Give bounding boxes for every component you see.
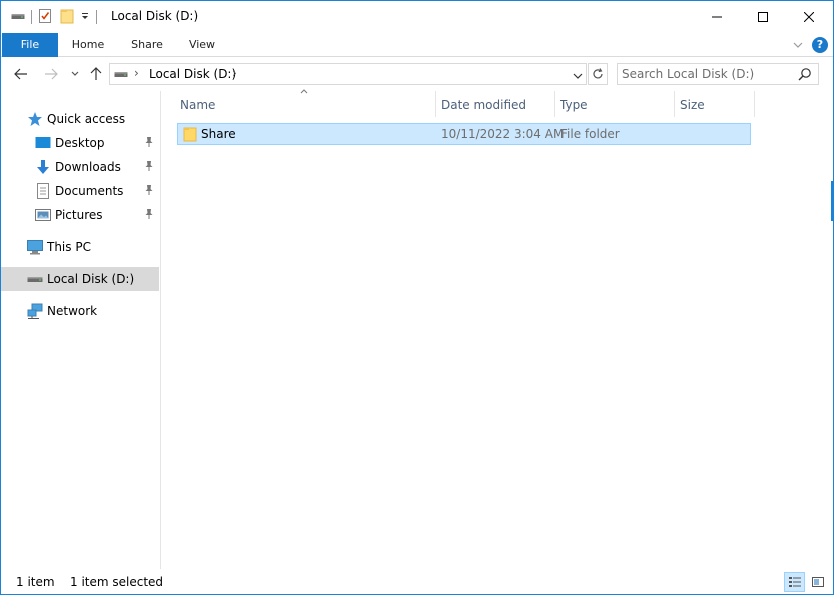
title-bar: Local Disk (D:) xyxy=(1,1,833,33)
desktop-icon xyxy=(35,135,51,151)
file-date-modified: 10/11/2022 3:04 AM xyxy=(441,127,564,141)
star-icon xyxy=(27,111,43,127)
minimize-icon xyxy=(712,16,722,18)
recent-locations-button[interactable] xyxy=(65,64,85,84)
sidebar-item-label: Network xyxy=(47,304,98,318)
help-button[interactable]: ? xyxy=(812,37,828,53)
details-view-button[interactable] xyxy=(784,572,805,592)
toolbar-divider xyxy=(96,10,97,24)
pin-icon[interactable] xyxy=(144,136,154,151)
maximize-button[interactable] xyxy=(740,1,786,33)
sidebar-item-documents[interactable]: Documents xyxy=(1,179,159,203)
sidebar-item-pictures[interactable]: Pictures xyxy=(1,203,159,227)
sidebar-item-downloads[interactable]: Downloads xyxy=(1,155,159,179)
quick-access-toolbar xyxy=(11,8,103,26)
file-name: Share xyxy=(201,127,236,141)
sidebar-item-desktop[interactable]: Desktop xyxy=(1,131,159,155)
properties-icon[interactable] xyxy=(38,8,52,27)
sidebar-item-label: Documents xyxy=(55,184,124,198)
status-bar: 1 item 1 item selected xyxy=(1,569,833,594)
refresh-icon xyxy=(593,68,603,79)
back-button[interactable] xyxy=(11,64,31,84)
column-header-size[interactable]: Size xyxy=(674,91,754,117)
sidebar-item-label: Desktop xyxy=(55,136,105,150)
large-icons-view-icon xyxy=(811,577,824,587)
drive-icon xyxy=(27,271,43,287)
address-dropdown-button[interactable] xyxy=(573,68,583,82)
sidebar-item-label: Pictures xyxy=(55,208,103,222)
column-header-type[interactable]: Type xyxy=(554,91,674,117)
tab-home[interactable]: Home xyxy=(64,33,112,57)
large-icons-view-button[interactable] xyxy=(807,572,828,592)
close-button[interactable] xyxy=(786,1,832,33)
pin-icon[interactable] xyxy=(144,184,154,199)
sidebar-item-quick-access[interactable]: Quick access xyxy=(1,107,159,131)
file-type: File folder xyxy=(561,127,620,141)
maximize-icon xyxy=(758,12,768,22)
new-folder-icon[interactable] xyxy=(60,8,74,27)
pin-icon[interactable] xyxy=(144,160,154,175)
breadcrumb-local-disk[interactable]: Local Disk (D:) xyxy=(149,67,236,81)
arrow-right-icon xyxy=(45,68,58,80)
close-icon xyxy=(804,12,814,22)
window-title: Local Disk (D:) xyxy=(111,9,199,23)
explorer-window: Local Disk (D:) File Home Share View ? ›… xyxy=(0,0,834,595)
sidebar-item-label: Quick access xyxy=(47,112,126,126)
drive-icon xyxy=(114,68,128,82)
search-input[interactable] xyxy=(622,66,792,82)
toolbar-divider xyxy=(31,10,32,24)
search-icon[interactable] xyxy=(798,67,812,84)
address-bar[interactable]: › Local Disk (D:) › xyxy=(109,63,587,85)
refresh-button[interactable] xyxy=(588,63,608,85)
table-row[interactable]: Share 10/11/2022 3:04 AM File folder xyxy=(177,123,751,145)
pin-icon[interactable] xyxy=(144,208,154,223)
chevron-down-icon xyxy=(71,71,79,76)
forward-button[interactable] xyxy=(41,64,61,84)
folder-icon xyxy=(183,126,197,145)
selection-count: 1 item selected xyxy=(70,575,164,589)
file-list: Name Date modified Type Size Share 10/11… xyxy=(162,89,833,569)
navigation-bar: › Local Disk (D:) › xyxy=(1,58,833,90)
documents-icon xyxy=(35,183,51,199)
navigation-pane: Quick access Desktop Downloads Documents… xyxy=(1,91,161,569)
breadcrumb-separator[interactable]: › xyxy=(232,66,237,80)
pictures-icon xyxy=(35,207,51,223)
tab-file[interactable]: File xyxy=(2,33,58,57)
up-button[interactable] xyxy=(86,64,106,84)
download-icon xyxy=(35,159,51,175)
tab-share[interactable]: Share xyxy=(125,33,169,57)
sidebar-item-label: This PC xyxy=(47,240,91,254)
chevron-down-icon xyxy=(573,73,583,79)
sidebar-item-label: Downloads xyxy=(55,160,121,174)
expand-ribbon-button[interactable] xyxy=(789,36,807,54)
column-header-name[interactable]: Name xyxy=(174,91,435,117)
sidebar-item-network[interactable]: Network xyxy=(1,299,159,323)
sidebar-item-local-disk[interactable]: Local Disk (D:) xyxy=(1,267,159,291)
search-box[interactable] xyxy=(617,63,819,85)
computer-icon xyxy=(27,239,43,255)
chevron-down-icon xyxy=(793,42,803,48)
sidebar-item-label: Local Disk (D:) xyxy=(47,272,135,286)
column-divider[interactable] xyxy=(754,91,755,117)
tab-view[interactable]: View xyxy=(181,33,223,57)
network-icon xyxy=(27,303,43,319)
arrow-up-icon xyxy=(90,67,102,80)
arrow-left-icon xyxy=(14,68,27,80)
column-header-date-modified[interactable]: Date modified xyxy=(435,91,554,117)
breadcrumb-separator[interactable]: › xyxy=(134,66,139,80)
drive-icon xyxy=(11,10,25,24)
sidebar-item-this-pc[interactable]: This PC xyxy=(1,235,159,259)
ribbon-tabs: File Home Share View ? xyxy=(1,33,833,57)
item-count: 1 item xyxy=(16,575,55,589)
minimize-button[interactable] xyxy=(694,1,740,33)
details-view-icon xyxy=(788,577,801,587)
customize-dropdown-icon[interactable] xyxy=(80,10,90,24)
